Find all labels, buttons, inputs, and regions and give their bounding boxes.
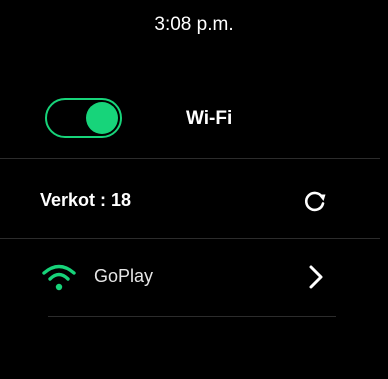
wifi-title: Wi-Fi bbox=[186, 108, 233, 129]
toggle-knob bbox=[86, 102, 118, 134]
network-item[interactable]: GoPlay bbox=[0, 255, 388, 299]
network-name: GoPlay bbox=[94, 266, 154, 286]
networks-header: Verkot : 18 bbox=[0, 180, 388, 220]
wifi-settings-screen: 3:08 p.m. Wi-Fi Verkot : 18 GoPlay bbox=[0, 0, 388, 379]
status-time: 3:08 p.m. bbox=[154, 14, 234, 35]
chevron-right-icon bbox=[309, 265, 323, 289]
divider bbox=[48, 316, 336, 317]
networks-count: Verkot : 18 bbox=[40, 190, 132, 210]
wifi-signal-icon bbox=[42, 264, 76, 291]
wifi-toggle-row: Wi-Fi bbox=[0, 96, 388, 148]
divider bbox=[0, 158, 380, 159]
divider bbox=[0, 238, 380, 239]
refresh-icon bbox=[305, 191, 326, 212]
wifi-toggle[interactable] bbox=[45, 98, 122, 138]
refresh-button[interactable] bbox=[300, 186, 330, 216]
